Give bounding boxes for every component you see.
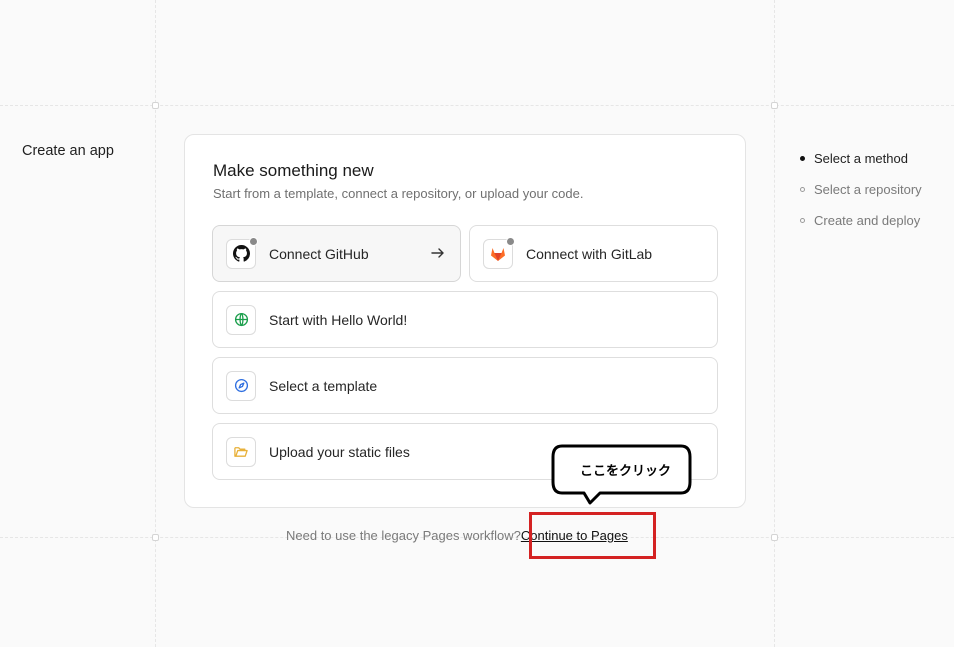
- highlight-box: [529, 512, 656, 559]
- option-label: Upload your static files: [269, 443, 410, 460]
- option-label: Connect with GitLab: [526, 245, 653, 262]
- connect-gitlab-button[interactable]: Connect with GitLab: [469, 225, 718, 282]
- guide-line: [0, 105, 954, 106]
- step-label: Select a repository: [814, 182, 922, 197]
- folder-icon: [226, 436, 256, 467]
- status-dot: [249, 236, 258, 246]
- page-title: Create an app: [22, 143, 114, 159]
- option-label: Start with Hello World!: [269, 311, 408, 328]
- guide-corner: [152, 102, 159, 109]
- bubble-text: ここをクリック: [580, 463, 672, 478]
- guide-corner: [771, 534, 778, 541]
- globe-icon: [226, 304, 256, 335]
- step-select-repository: Select a repository: [800, 174, 922, 205]
- guide-corner: [152, 534, 159, 541]
- step-dot: [800, 187, 805, 192]
- guide-line: [774, 0, 775, 647]
- connect-github-button[interactable]: Connect GitHub: [212, 225, 461, 282]
- card-title: Make something new: [213, 161, 374, 180]
- option-label: Select a template: [269, 377, 378, 394]
- github-icon: [226, 236, 258, 269]
- guide-line: [155, 0, 156, 647]
- guide-corner: [771, 102, 778, 109]
- select-template-button[interactable]: Select a template: [212, 357, 718, 414]
- step-dot: [800, 156, 805, 161]
- step-label: Create and deploy: [814, 213, 921, 228]
- progress-steps: Select a method Select a repository Crea…: [800, 143, 922, 236]
- status-dot: [506, 236, 515, 246]
- step-create-deploy: Create and deploy: [800, 205, 922, 236]
- step-dot: [800, 218, 805, 223]
- legacy-text: Need to use the legacy Pages workflow?: [286, 528, 521, 543]
- arrow-right-icon: [430, 245, 446, 266]
- start-hello-world-button[interactable]: Start with Hello World!: [212, 291, 718, 348]
- step-label: Select a method: [814, 151, 908, 166]
- step-select-method: Select a method: [800, 143, 922, 174]
- option-label: Connect GitHub: [269, 245, 369, 262]
- gitlab-icon: [483, 236, 515, 269]
- card-subtitle: Start from a template, connect a reposit…: [213, 186, 584, 201]
- compass-icon: [226, 370, 256, 401]
